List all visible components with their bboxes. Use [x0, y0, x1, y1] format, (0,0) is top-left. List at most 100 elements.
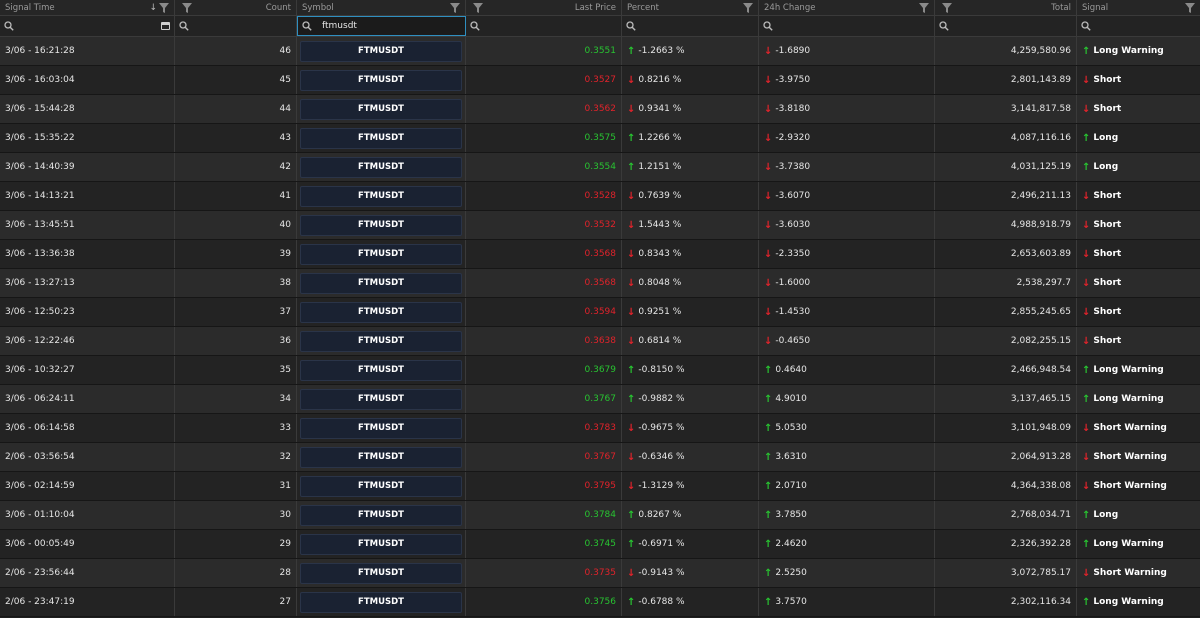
percent-value: 0.8216 %	[638, 75, 682, 85]
total-value: 2,064,913.28	[1010, 452, 1071, 462]
table-row[interactable]: 3/06 - 12:50:23 37 FTMUSDT 0.3594 ↓ 0.925…	[0, 298, 1200, 327]
table-row[interactable]: 3/06 - 13:45:51 40 FTMUSDT 0.3532 ↓ 1.544…	[0, 211, 1200, 240]
calendar-icon[interactable]	[161, 22, 170, 30]
count-cell: 30	[175, 501, 297, 529]
count: 32	[279, 452, 291, 462]
symbol-badge[interactable]: FTMUSDT	[300, 475, 462, 497]
signal-value: Short	[1093, 191, 1122, 201]
filter-icon[interactable]	[919, 2, 929, 13]
symbol-badge[interactable]: FTMUSDT	[300, 591, 462, 613]
symbol-badge[interactable]: FTMUSDT	[300, 359, 462, 381]
symbol-badge[interactable]: FTMUSDT	[300, 446, 462, 468]
symbol-badge[interactable]: FTMUSDT	[300, 330, 462, 352]
signal-time-cell: 3/06 - 10:32:27	[0, 356, 175, 384]
percent-cell: ↑ -0.6788 %	[622, 588, 759, 616]
table-row[interactable]: 3/06 - 14:40:39 42 FTMUSDT 0.3554 ↑ 1.215…	[0, 153, 1200, 182]
change-arrow-icon: ↓	[764, 306, 773, 318]
symbol-badge[interactable]: FTMUSDT	[300, 69, 462, 91]
symbol-badge[interactable]: FTMUSDT	[300, 533, 462, 555]
filter-icon[interactable]	[182, 2, 192, 13]
filter-icon[interactable]	[473, 2, 483, 13]
signal-arrow-icon: ↓	[1082, 277, 1091, 289]
signal-time-cell: 3/06 - 12:50:23	[0, 298, 175, 326]
symbol-filter-input[interactable]: ftmusdt	[297, 16, 466, 36]
symbol-badge[interactable]: FTMUSDT	[300, 417, 462, 439]
signal-time-cell: 3/06 - 06:24:11	[0, 385, 175, 413]
header-percent[interactable]: Percent	[622, 0, 759, 15]
signal-cell: ↑ Long Warning	[1077, 356, 1200, 384]
change-arrow-icon: ↓	[764, 219, 773, 231]
symbol-badge[interactable]: FTMUSDT	[300, 388, 462, 410]
symbol-badge[interactable]: FTMUSDT	[300, 127, 462, 149]
symbol-badge[interactable]: FTMUSDT	[300, 98, 462, 120]
header-total[interactable]: Total	[935, 0, 1077, 15]
change-value: -1.6000	[775, 278, 811, 288]
header-signal-time[interactable]: Signal Time ↓	[0, 0, 175, 15]
filter-icon[interactable]	[1185, 2, 1195, 13]
symbol-badge[interactable]: FTMUSDT	[300, 562, 462, 584]
table-row[interactable]: 3/06 - 12:22:46 36 FTMUSDT 0.3638 ↓ 0.681…	[0, 327, 1200, 356]
table-row[interactable]: 3/06 - 06:24:11 34 FTMUSDT 0.3767 ↑ -0.98…	[0, 385, 1200, 414]
table-row[interactable]: 3/06 - 13:27:13 38 FTMUSDT 0.3568 ↓ 0.804…	[0, 269, 1200, 298]
symbol-badge[interactable]: FTMUSDT	[300, 156, 462, 178]
table-row[interactable]: 3/06 - 06:14:58 33 FTMUSDT 0.3783 ↓ -0.96…	[0, 414, 1200, 443]
total-cell: 4,364,338.08	[935, 472, 1077, 500]
percent-value: -0.6788 %	[638, 597, 685, 607]
header-last-price[interactable]: Last Price	[466, 0, 622, 15]
table-row[interactable]: 3/06 - 14:13:21 41 FTMUSDT 0.3528 ↓ 0.763…	[0, 182, 1200, 211]
table-row[interactable]: 3/06 - 15:35:22 43 FTMUSDT 0.3575 ↑ 1.226…	[0, 124, 1200, 153]
symbol-badge[interactable]: FTMUSDT	[300, 272, 462, 294]
signal-value: Short Warning	[1093, 481, 1167, 491]
table-row[interactable]: 3/06 - 00:05:49 29 FTMUSDT 0.3745 ↑ -0.69…	[0, 530, 1200, 559]
header-signal[interactable]: Signal	[1077, 0, 1200, 15]
percent-value: -0.9882 %	[638, 394, 685, 404]
count: 29	[279, 539, 291, 549]
filter-24h-change[interactable]	[759, 16, 935, 36]
filter-icon[interactable]	[159, 2, 169, 13]
filter-icon[interactable]	[942, 2, 952, 13]
table-row[interactable]: 2/06 - 03:56:54 32 FTMUSDT 0.3767 ↓ -0.63…	[0, 443, 1200, 472]
filter-signal-time[interactable]	[0, 16, 175, 36]
filter-total[interactable]	[935, 16, 1077, 36]
symbol-cell: FTMUSDT	[297, 588, 466, 616]
table-row[interactable]: 2/06 - 23:56:44 28 FTMUSDT 0.3735 ↓ -0.91…	[0, 559, 1200, 588]
symbol-badge[interactable]: FTMUSDT	[300, 214, 462, 236]
sort-down-icon[interactable]: ↓	[149, 3, 157, 13]
filter-count[interactable]	[175, 16, 297, 36]
filter-last-price[interactable]	[466, 16, 622, 36]
table-row[interactable]: 3/06 - 02:14:59 31 FTMUSDT 0.3795 ↓ -1.31…	[0, 472, 1200, 501]
change-cell: ↓ -2.3350	[759, 240, 935, 268]
last-price-cell: 0.3551	[466, 37, 622, 65]
header-count[interactable]: Count	[175, 0, 297, 15]
symbol-badge[interactable]: FTMUSDT	[300, 301, 462, 323]
symbol-badge[interactable]: FTMUSDT	[300, 185, 462, 207]
signal-time: 2/06 - 23:56:44	[5, 568, 75, 578]
table-row[interactable]: 3/06 - 10:32:27 35 FTMUSDT 0.3679 ↑ -0.81…	[0, 356, 1200, 385]
symbol-badge[interactable]: FTMUSDT	[300, 504, 462, 526]
change-arrow-icon: ↑	[764, 538, 773, 550]
header-symbol[interactable]: Symbol	[297, 0, 466, 15]
last-price-cell: 0.3745	[466, 530, 622, 558]
count-cell: 43	[175, 124, 297, 152]
filter-signal[interactable]	[1077, 16, 1200, 36]
filter-icon[interactable]	[450, 2, 460, 13]
symbol-badge[interactable]: FTMUSDT	[300, 243, 462, 265]
signal-value: Short	[1093, 249, 1122, 259]
filter-icon[interactable]	[743, 2, 753, 13]
signal-time-cell: 3/06 - 15:44:28	[0, 95, 175, 123]
symbol-badge[interactable]: FTMUSDT	[300, 40, 462, 62]
filter-percent[interactable]	[622, 16, 759, 36]
last-price: 0.3528	[584, 191, 617, 201]
signal-arrow-icon: ↑	[1082, 132, 1091, 144]
table-row[interactable]: 3/06 - 16:21:28 46 FTMUSDT 0.3551 ↑ -1.26…	[0, 37, 1200, 66]
header-24h-change[interactable]: 24h Change	[759, 0, 935, 15]
table-row[interactable]: 3/06 - 16:03:04 45 FTMUSDT 0.3527 ↓ 0.821…	[0, 66, 1200, 95]
table-row[interactable]: 3/06 - 01:10:04 30 FTMUSDT 0.3784 ↑ 0.826…	[0, 501, 1200, 530]
table-row[interactable]: 3/06 - 15:44:28 44 FTMUSDT 0.3562 ↓ 0.934…	[0, 95, 1200, 124]
table-row[interactable]: 3/06 - 13:36:38 39 FTMUSDT 0.3568 ↓ 0.834…	[0, 240, 1200, 269]
total-value: 2,801,143.89	[1010, 75, 1071, 85]
table-row[interactable]: 2/06 - 23:47:19 27 FTMUSDT 0.3756 ↑ -0.67…	[0, 588, 1200, 617]
total-cell: 2,466,948.54	[935, 356, 1077, 384]
total-cell: 2,768,034.71	[935, 501, 1077, 529]
symbol-filter-value[interactable]: ftmusdt	[322, 21, 357, 31]
